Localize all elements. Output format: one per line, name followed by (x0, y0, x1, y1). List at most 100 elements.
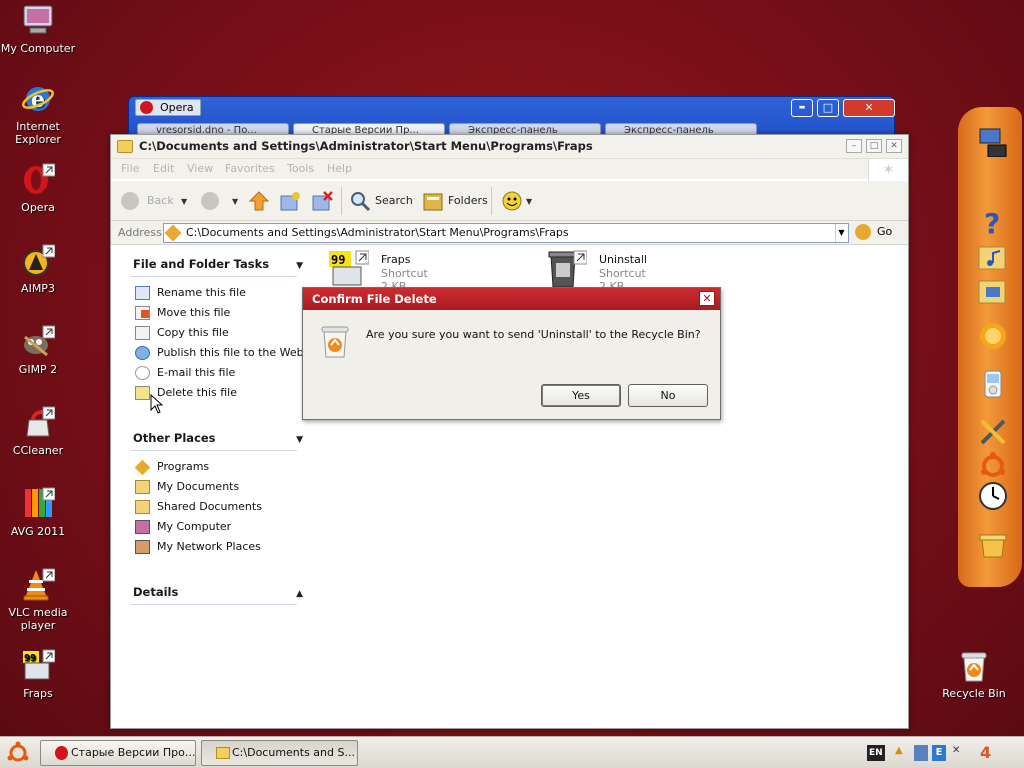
forward-button[interactable] (201, 189, 221, 213)
folders-button[interactable]: Folders (422, 189, 488, 213)
address-dropdown-button[interactable]: ▼ (835, 224, 847, 242)
menu-tools[interactable]: Tools (287, 162, 314, 175)
collapse-chevron-icon[interactable]: ▼ (296, 431, 303, 449)
address-input[interactable]: C:\Documents and Settings\Administrator\… (163, 223, 849, 243)
warning-tray-icon[interactable]: ▲ (895, 745, 911, 761)
explorer-titlebar[interactable]: C:\Documents and Settings\Administrator\… (111, 135, 908, 159)
desktop-icon-aimp3[interactable]: AIMP3 (0, 244, 76, 295)
recycle-bin-icon[interactable] (978, 531, 1008, 561)
pictures-folder-icon[interactable] (978, 277, 1008, 307)
search-button[interactable]: Search (349, 189, 413, 213)
up-folder-button[interactable] (249, 189, 269, 213)
svg-text:?: ? (984, 207, 1000, 237)
desktop-icon-ccleaner[interactable]: CCleaner (0, 406, 76, 457)
place-label: My Network Places (157, 540, 261, 553)
confirm-delete-dialog[interactable]: Confirm File Delete ✕ Are you sure you w… (302, 287, 721, 420)
task-rename-file[interactable]: Rename this file (131, 283, 297, 303)
help-icon[interactable]: ? (978, 207, 1008, 237)
place-my-documents[interactable]: My Documents (131, 477, 297, 497)
menu-favorites[interactable]: Favorites (225, 162, 275, 175)
desktop-icon-opera[interactable]: Opera (0, 163, 76, 214)
menu-bar: File Edit View Favorites Tools Help (111, 159, 908, 179)
desktop-icon-fraps[interactable]: 99 Fraps (0, 649, 76, 700)
go-button[interactable]: Go (855, 224, 892, 240)
editor-tray-icon[interactable]: E (932, 745, 946, 761)
task-move-file[interactable]: Move this file (131, 303, 297, 323)
yes-button[interactable]: Yes (541, 384, 621, 407)
menu-file[interactable]: File (121, 162, 139, 175)
views-button[interactable] (501, 189, 523, 213)
music-folder-icon[interactable] (978, 243, 1008, 273)
details-header[interactable]: Details ▲ (131, 583, 303, 605)
panel-header-label: Other Places (133, 431, 216, 445)
recycle-bin-icon (321, 326, 349, 358)
fraps-icon: 99 (329, 250, 369, 286)
firefox-icon[interactable] (978, 321, 1008, 351)
delete-button[interactable] (311, 189, 333, 213)
menu-edit[interactable]: Edit (153, 162, 174, 175)
desktop-icon-gimp[interactable]: GIMP 2 (0, 325, 76, 376)
maximize-button[interactable]: □ (866, 139, 882, 153)
file-folder-tasks-header[interactable]: File and Folder Tasks ▼ (131, 255, 303, 277)
programs-icon (134, 459, 151, 476)
task-label: Delete this file (157, 386, 237, 399)
file-folder-tasks-panel: File and Folder Tasks ▼ Rename this file… (131, 255, 304, 403)
mouse-cursor-icon (150, 394, 164, 414)
opera-minimize-button[interactable]: ▬ (791, 99, 813, 117)
desktop-icon-my-computer[interactable]: My Computer (0, 4, 76, 55)
place-my-network-places[interactable]: My Network Places (131, 537, 297, 557)
clock-icon[interactable] (978, 481, 1008, 511)
taskbar-button-opera[interactable]: Старые Версии Про... (40, 740, 196, 766)
details-panel: Details ▲ (131, 583, 303, 605)
opera-close-button[interactable]: ✕ (843, 99, 895, 117)
taskbar: Старые Версии Про... C:\Documents and S.… (0, 736, 1024, 768)
ubuntu-start-icon[interactable] (6, 741, 30, 765)
views-dropdown-icon[interactable]: ▼ (526, 197, 532, 206)
folder-icon (117, 140, 133, 153)
ubuntu-icon[interactable] (978, 451, 1008, 481)
move-file-icon (135, 306, 150, 320)
tools-icon[interactable] (978, 417, 1008, 447)
network-computers-icon[interactable] (978, 127, 1008, 157)
place-my-computer[interactable]: My Computer (131, 517, 297, 537)
opera-maximize-button[interactable]: □ (817, 99, 839, 117)
task-copy-file[interactable]: Copy this file (131, 323, 297, 343)
ipod-icon[interactable] (978, 369, 1008, 399)
place-programs[interactable]: Programs (131, 457, 297, 477)
explorer-window[interactable]: C:\Documents and Settings\Administrator\… (110, 134, 909, 729)
minimize-button[interactable]: – (846, 139, 862, 153)
desktop-icon-vlc[interactable]: VLC media player (0, 568, 76, 632)
network-tray-icon[interactable] (914, 745, 928, 761)
file-fraps-shortcut[interactable]: 99 Fraps Shortcut 2 KB (329, 249, 509, 293)
task-publish-web[interactable]: Publish this file to the Web (131, 343, 304, 363)
dialog-close-button[interactable]: ✕ (699, 291, 715, 306)
opera-menu-button[interactable]: Opera (135, 99, 201, 116)
desktop-icon-avg[interactable]: AVG 2011 (0, 487, 76, 538)
language-indicator[interactable]: EN (867, 745, 885, 761)
copy-file-icon (135, 326, 150, 340)
collapse-chevron-icon[interactable]: ▼ (296, 257, 303, 275)
no-button[interactable]: No (628, 384, 708, 407)
dialog-titlebar[interactable]: Confirm File Delete (303, 288, 720, 310)
other-places-header[interactable]: Other Places ▼ (131, 429, 303, 451)
clock-tray[interactable]: 4 (980, 745, 991, 761)
panel-header-label: Details (133, 585, 179, 599)
desktop-icon-recycle-bin[interactable]: Recycle Bin (936, 649, 1012, 700)
forward-dropdown-icon[interactable]: ▼ (232, 197, 238, 206)
explorer-title: C:\Documents and Settings\Administrator\… (139, 139, 593, 153)
address-bar: Address C:\Documents and Settings\Admini… (111, 221, 908, 245)
menu-view[interactable]: View (187, 162, 213, 175)
back-button[interactable]: Back (121, 189, 174, 213)
back-dropdown-icon[interactable]: ▼ (181, 197, 187, 206)
menu-help[interactable]: Help (327, 162, 352, 175)
tools-tray-icon[interactable]: ✕ (952, 745, 968, 761)
desktop-icon-internet-explorer[interactable]: e Internet Explorer (0, 82, 76, 146)
taskbar-button-explorer[interactable]: C:\Documents and S... (201, 740, 358, 766)
close-button[interactable]: ✕ (886, 139, 902, 153)
file-uninstall-shortcut[interactable]: Uninstall Shortcut 2 KB (547, 249, 727, 293)
task-email-file[interactable]: E-mail this file (131, 363, 297, 383)
vlc-icon (21, 568, 56, 602)
move-to-button[interactable] (279, 189, 301, 213)
place-shared-documents[interactable]: Shared Documents (131, 497, 297, 517)
expand-chevron-icon[interactable]: ▲ (296, 585, 303, 603)
